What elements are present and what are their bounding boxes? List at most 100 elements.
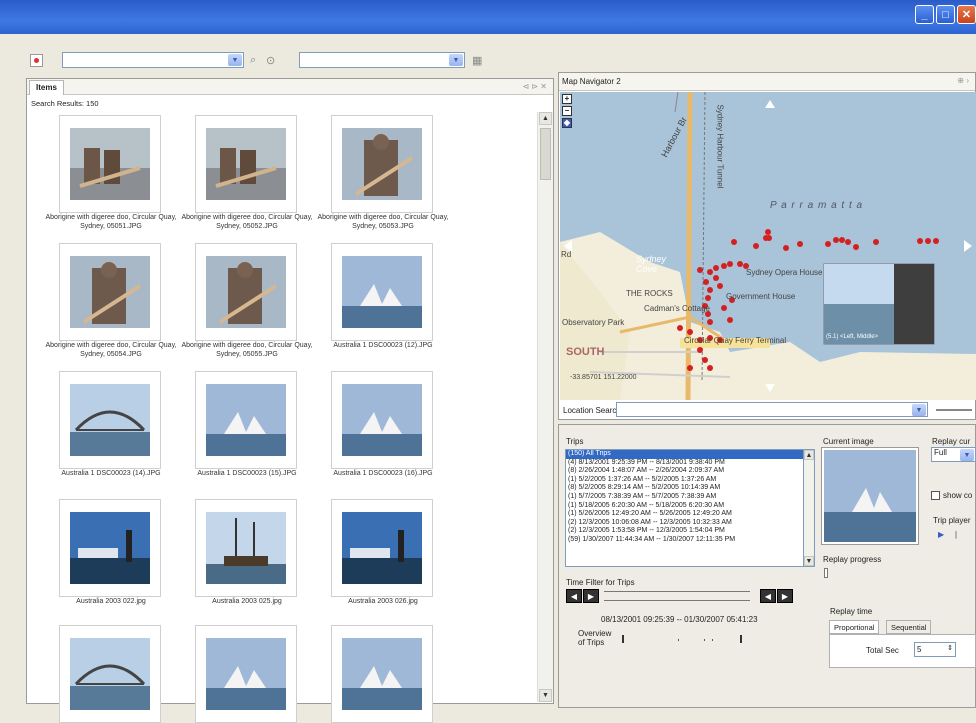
- panel-view-controls-icon[interactable]: ⊕ ›: [957, 76, 969, 85]
- replay-curve-combo[interactable]: Full ▼: [931, 447, 976, 462]
- current-image-label: Current image: [823, 437, 874, 446]
- total-sec-input[interactable]: 5 ⇕: [914, 642, 956, 657]
- thumbnail-frame[interactable]: [331, 371, 433, 469]
- thumbnail-image: [70, 384, 150, 456]
- scroll-down-icon[interactable]: ▼: [804, 556, 814, 566]
- scroll-down-icon[interactable]: ▼: [539, 689, 552, 702]
- panel-view-controls-icon[interactable]: ⊲ ⊳ ✕: [522, 82, 547, 91]
- tab-proportional[interactable]: Proportional: [829, 620, 880, 634]
- thumbnail-image: [206, 512, 286, 584]
- trip-list-item[interactable]: (59) 1/30/2007 11:44:34 AM -- 1/30/2007 …: [566, 536, 814, 545]
- map-label-parramatta: P a r r a m a t t a: [770, 200, 864, 211]
- zoom-in-button[interactable]: +: [562, 94, 572, 104]
- scroll-up-icon[interactable]: ▲: [804, 450, 814, 460]
- trip-list-item[interactable]: (2) 12/3/2005 10:06:08 AM -- 12/3/2005 1…: [566, 519, 814, 528]
- thumbnail-image: [342, 128, 422, 200]
- thumbnail-caption: Aborigine with digeree doo, Circular Qua…: [181, 214, 313, 230]
- zoom-out-button[interactable]: −: [562, 106, 572, 116]
- thumbnail-frame[interactable]: [59, 499, 161, 597]
- replay-time-label: Replay time: [830, 607, 873, 616]
- trip-list-item[interactable]: (8) 2/26/2004 1:48:07 AM -- 2/26/2004 2:…: [566, 467, 814, 476]
- play-icon[interactable]: ▶: [938, 530, 944, 539]
- apply-filter-icon[interactable]: ▦: [472, 54, 482, 67]
- map-label-ferry-terminal: Circular Quay Ferry Terminal: [684, 336, 787, 345]
- close-button[interactable]: ✕: [957, 5, 976, 24]
- search-combo[interactable]: ▼: [62, 52, 244, 68]
- replay-curve-value: Full: [934, 448, 947, 457]
- thumbnail-image: [70, 512, 150, 584]
- thumbnail-frame[interactable]: [331, 499, 433, 597]
- spinner-icon[interactable]: ⇕: [947, 644, 953, 652]
- trips-list[interactable]: (150) All Trips (4) 8/13/2001 9:25:39 PM …: [565, 449, 815, 567]
- thumbnail-image: [206, 256, 286, 328]
- map-overlay-caption: (5.1) <Left, Middle>: [826, 334, 879, 340]
- chevron-down-icon[interactable]: ▼: [960, 449, 974, 461]
- thumbnail-caption: Aborigine with digeree doo, Circular Qua…: [317, 214, 449, 230]
- thumbnail-image: [342, 384, 422, 456]
- thumbnail-image: [206, 384, 286, 456]
- thumbnail-caption: Aborigine with digeree doo, Circular Qua…: [45, 342, 177, 358]
- maximize-button[interactable]: □: [936, 5, 955, 24]
- thumbnail-frame[interactable]: [195, 115, 297, 213]
- map-zoom-slider[interactable]: [936, 409, 972, 411]
- map-reset-button[interactable]: ◆: [562, 118, 572, 128]
- thumbnail-caption: Australia 1 DSC00023 (15).JPG: [197, 470, 297, 477]
- minimize-button[interactable]: _: [915, 5, 934, 24]
- map-label-cadmans: Cadman's Cottage: [644, 304, 711, 313]
- thumbnail-frame[interactable]: [331, 115, 433, 213]
- thumbnail-frame[interactable]: [331, 243, 433, 341]
- window-titlebar: _ □ ✕: [0, 0, 976, 34]
- location-search-combo[interactable]: ▼: [616, 402, 928, 417]
- tab-items[interactable]: Items: [29, 80, 64, 95]
- overview-of-trips-label: Overview of Trips: [578, 629, 612, 647]
- thumbnail-frame[interactable]: [331, 625, 433, 723]
- scroll-up-icon[interactable]: ▲: [539, 112, 552, 125]
- new-item-icon[interactable]: [30, 54, 43, 67]
- scroll-thumb[interactable]: [540, 128, 551, 180]
- trip-list-item[interactable]: (1) 5/2/2005 1:37:26 AM -- 5/2/2005 1:37…: [566, 476, 814, 485]
- trip-list-item[interactable]: (1) 5/26/2005 12:49:20 AM -- 5/26/2005 1…: [566, 510, 814, 519]
- trip-list-item[interactable]: (2) 12/3/2005 1:53:58 PM -- 12/3/2005 1:…: [566, 527, 814, 536]
- trips-scrollbar[interactable]: ▲ ▼: [803, 449, 815, 567]
- filter-combo[interactable]: ▼: [299, 52, 465, 68]
- chevron-down-icon[interactable]: ▼: [449, 54, 463, 66]
- time-filter-slider[interactable]: [604, 591, 750, 601]
- thumbnail-frame[interactable]: [195, 625, 297, 723]
- replay-progress-slider[interactable]: [824, 568, 828, 578]
- map-coordinates: -33.85701 151.22000: [570, 374, 637, 381]
- step-forward-icon[interactable]: ▶: [583, 589, 599, 603]
- search-icon[interactable]: ⌕: [250, 54, 256, 67]
- trip-list-item[interactable]: (4) 8/13/2001 9:25:39 PM -- 8/13/2001 9:…: [566, 459, 814, 468]
- thumbnail-image: [342, 512, 422, 584]
- trip-list-item[interactable]: (8) 5/2/2005 8:29:14 AM -- 5/2/2005 10:1…: [566, 484, 814, 493]
- replay-progress-label: Replay progress: [823, 555, 882, 564]
- chevron-down-icon[interactable]: ▼: [912, 404, 926, 416]
- items-scrollbar[interactable]: ▲ ▼: [537, 112, 553, 702]
- map-canvas: [560, 92, 976, 400]
- step-back-icon[interactable]: ◀: [566, 589, 582, 603]
- show-checkbox[interactable]: [931, 491, 940, 500]
- trip-list-item[interactable]: (1) 5/18/2005 6:20:30 AM -- 5/18/2005 6:…: [566, 502, 814, 511]
- trip-list-item[interactable]: (150) All Trips: [566, 450, 814, 459]
- thumbnail-frame[interactable]: [195, 499, 297, 597]
- thumbnail-frame[interactable]: [59, 371, 161, 469]
- step-back-end-icon[interactable]: ◀: [760, 589, 776, 603]
- pause-icon[interactable]: ∥: [954, 530, 958, 539]
- thumbnail-frame[interactable]: [59, 115, 161, 213]
- tab-sequential[interactable]: Sequential: [886, 620, 932, 634]
- thumbnail-caption: Aborigine with digeree doo, Circular Qua…: [45, 214, 177, 230]
- thumbnail-image: [342, 256, 422, 328]
- map-label-government-house: Government House: [726, 292, 796, 301]
- thumbnail-frame[interactable]: [59, 625, 161, 723]
- thumbnail-image: [206, 128, 286, 200]
- thumbnail-frame[interactable]: [59, 243, 161, 341]
- map-view[interactable]: + − ◆ Harbour Br Sydney Harbour Tunnel R…: [560, 92, 976, 400]
- trip-list-item[interactable]: (1) 5/7/2005 7:38:39 AM -- 5/7/2005 7:38…: [566, 493, 814, 502]
- thumbnail-frame[interactable]: [195, 371, 297, 469]
- step-forward-end-icon[interactable]: ▶: [777, 589, 793, 603]
- thumbnail-frame[interactable]: [195, 243, 297, 341]
- window-controls: _ □ ✕: [915, 5, 976, 24]
- search-options-icon[interactable]: ⊙: [266, 54, 275, 67]
- chevron-down-icon[interactable]: ▼: [228, 54, 242, 66]
- thumbnail-caption: Australia 1 DSC00023 (14).JPG: [61, 470, 161, 477]
